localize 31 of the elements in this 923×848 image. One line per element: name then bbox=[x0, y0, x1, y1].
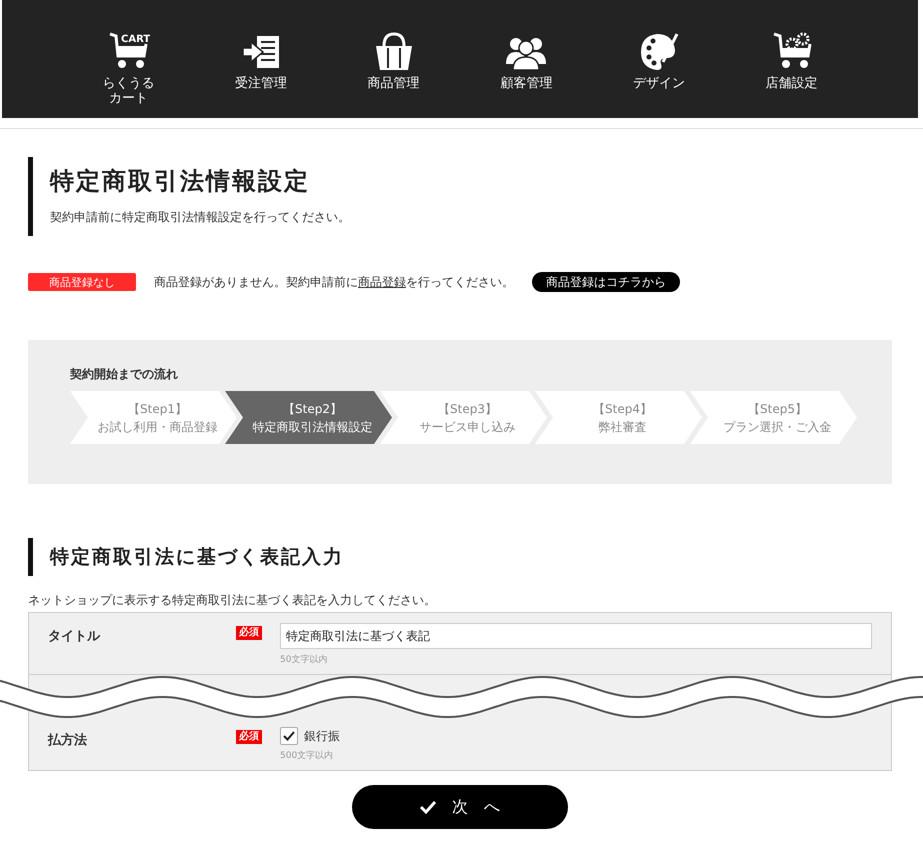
next-button[interactable]: 次 へ bbox=[352, 785, 568, 829]
page-title: 特定商取引法情報設定 bbox=[50, 166, 311, 197]
payment-checkbox[interactable]: 銀行振 bbox=[280, 727, 340, 745]
check-icon bbox=[420, 800, 436, 814]
nav-item[interactable]: 受注管理 bbox=[206, 0, 316, 118]
page-subtitle: 契約申請前に特定商取引法情報設定を行ってください。 bbox=[50, 209, 351, 226]
nav-item[interactable]: デザイン bbox=[604, 0, 714, 118]
step-chevron: 【Step1】 お試し利用・商品登録 bbox=[70, 391, 237, 444]
register-product-button[interactable]: 商品登録はコチラから bbox=[532, 272, 680, 292]
nav-item[interactable]: CART らくうる カート bbox=[73, 0, 184, 118]
notice-message: 商品登録がありません。契約申請前に商品登録を行ってください。 bbox=[154, 274, 514, 290]
step-chevron: 【Step2】 特定商取引法情報設定 bbox=[225, 391, 392, 444]
field-label: 払方法 bbox=[48, 733, 87, 748]
nav-item[interactable]: 店舗設定 bbox=[736, 0, 847, 118]
title-input[interactable]: 特定商取引法に基づく表記 bbox=[280, 623, 872, 649]
nav-item[interactable]: 商品管理 bbox=[338, 0, 449, 118]
required-badge: 必須 bbox=[236, 730, 262, 744]
step-chevron: 【Step5】 プラン選択・ご入金 bbox=[690, 391, 857, 444]
step-chevron: 【Step4】 弊社審査 bbox=[535, 391, 702, 444]
step-chevron: 【Step3】 サービス申し込み bbox=[380, 391, 547, 444]
product-link[interactable]: 商品登録 bbox=[358, 274, 406, 288]
char-limit-hint: 500文字以内 bbox=[280, 750, 334, 762]
section-description: ネットショップに表示する特定商取引法に基づく表記を入力してください。 bbox=[28, 592, 437, 609]
char-limit-hint: 50文字以内 bbox=[280, 654, 328, 666]
section-title: 特定商取引法に基づく表記入力 bbox=[50, 545, 345, 570]
status-badge: 商品登録なし bbox=[28, 273, 136, 291]
required-badge: 必須 bbox=[236, 626, 262, 640]
flow-title: 契約開始までの流れ bbox=[70, 366, 179, 383]
field-label: タイトル bbox=[48, 629, 100, 644]
nav-item[interactable]: 顧客管理 bbox=[471, 0, 582, 118]
checkbox[interactable] bbox=[280, 727, 298, 745]
